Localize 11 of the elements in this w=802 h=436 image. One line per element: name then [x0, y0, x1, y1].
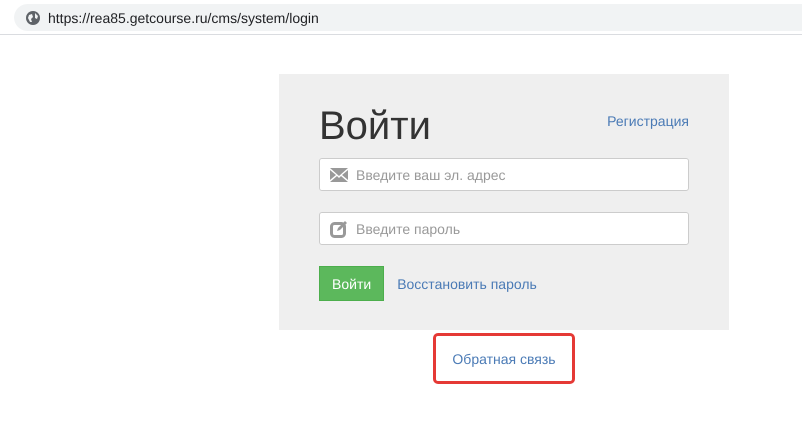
globe-icon [26, 10, 40, 24]
envelope-icon [330, 168, 348, 182]
edit-icon [330, 220, 348, 238]
page-title: Войти [319, 104, 431, 148]
register-link[interactable]: Регистрация [607, 113, 689, 129]
address-bar[interactable]: https://rea85.getcourse.ru/cms/system/login [14, 4, 802, 31]
email-field[interactable]: Введите ваш эл. адрес [319, 158, 689, 191]
feedback-link[interactable]: Обратная связь [452, 350, 556, 366]
password-field[interactable]: Введите пароль [319, 212, 689, 245]
restore-password-link[interactable]: Восстановить пароль [397, 276, 537, 292]
login-button[interactable]: Войти [319, 266, 384, 301]
